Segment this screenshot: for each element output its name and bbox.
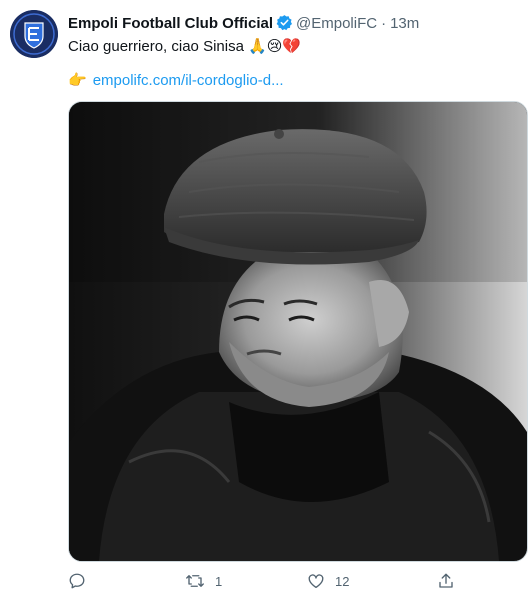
heart-icon: [308, 574, 324, 589]
retweet-count: 1: [215, 573, 223, 589]
reply-icon: [69, 573, 85, 589]
separator-dot: ·: [381, 15, 387, 32]
display-name[interactable]: Empoli Football Club Official: [68, 15, 273, 32]
empoli-crest-icon: [10, 10, 58, 58]
handle[interactable]: @EmpoliFC: [296, 15, 377, 32]
like-button[interactable]: 12: [307, 570, 349, 592]
link-line: 👉 empolifc.com/il-cordoglio-d...: [68, 70, 284, 91]
like-count: 12: [335, 573, 350, 589]
pointing-hand-emoji: 👉: [68, 71, 87, 89]
tweet-text-body: Ciao guerriero, ciao Sinisa: [68, 38, 244, 55]
tweet-text: Ciao guerriero, ciao Sinisa 🙏😢💔: [68, 36, 301, 57]
tweet-header: Empoli Football Club Official @EmpoliFC · 1…: [68, 14, 419, 36]
reply-button[interactable]: [68, 570, 96, 592]
retweet-button[interactable]: 1: [185, 570, 222, 592]
share-icon: [439, 573, 453, 588]
avatar[interactable]: [10, 10, 58, 58]
verified-badge-icon: [276, 14, 293, 36]
tweet-photo[interactable]: [68, 101, 528, 562]
portrait-photo-illustration: [69, 102, 527, 561]
timestamp[interactable]: 13m: [390, 15, 419, 32]
tweet-actions: 1 12: [68, 570, 468, 594]
retweet-icon: [186, 575, 204, 587]
tweet-emojis: 🙏😢💔: [248, 37, 302, 55]
article-link[interactable]: empolifc.com/il-cordoglio-d...: [93, 72, 284, 89]
share-button[interactable]: [437, 570, 455, 592]
